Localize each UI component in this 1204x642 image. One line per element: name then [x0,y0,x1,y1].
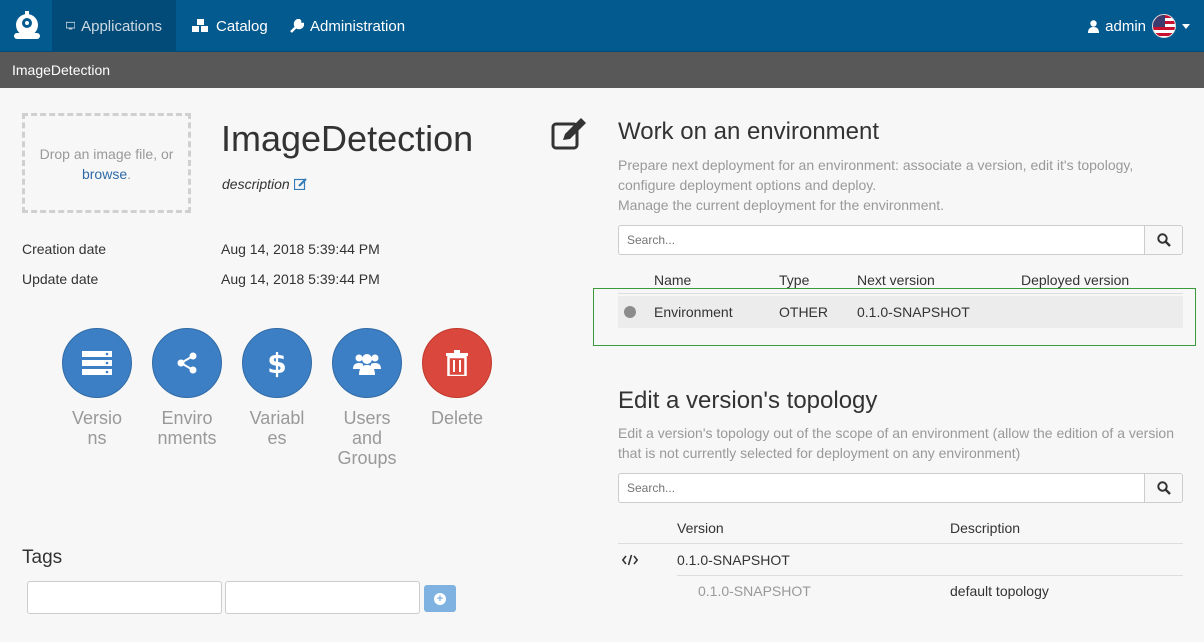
versions-button[interactable]: Versions [61,328,133,448]
users-groups-label: Users and Groups [337,408,397,468]
cubes-icon [192,19,208,32]
edit-icon[interactable] [551,118,587,150]
table-divider [618,543,1183,544]
edit-icon[interactable] [293,178,307,190]
code-icon[interactable] [622,554,638,566]
search-icon [1156,233,1171,247]
column-version[interactable]: Version [677,520,724,536]
user-icon [1088,19,1100,33]
page-title: ImageDetection [221,118,474,159]
topology-search [618,473,1183,503]
nav-catalog-label: Catalog [216,17,268,35]
trash-icon [446,350,468,376]
tags-title: Tags [22,547,63,568]
column-deployed-version[interactable]: Deployed version [1021,272,1129,288]
user-menu[interactable]: admin [1088,0,1190,52]
variables-label: Variables [249,408,305,448]
delete-label: Delete [430,408,484,428]
logo-icon[interactable] [10,9,44,43]
add-tag-button[interactable]: + [424,585,456,612]
tag-value-input[interactable] [225,581,420,614]
users-groups-circle[interactable] [332,328,402,398]
users-groups-button[interactable]: Users and Groups [331,328,403,468]
topology-search-button[interactable] [1144,474,1182,502]
nav-administration[interactable]: Administration [276,0,419,52]
app-description[interactable]: description [222,176,307,192]
dollar-icon: $ [267,346,287,380]
nav-catalog[interactable]: Catalog [178,0,282,52]
environments-label: Environments [157,408,217,448]
topology-desc-line-2: that is not currently selected for deplo… [618,445,1021,461]
column-name[interactable]: Name [654,272,691,288]
environment-search-button[interactable] [1144,226,1182,254]
search-icon [1156,481,1171,495]
environment-section-title: Work on an environment [618,118,880,145]
dropzone-text: Drop an image file, or [39,146,174,162]
wrench-icon [290,19,304,33]
topology-section-title: Edit a version's topology [618,387,878,414]
update-date-label: Update date [22,271,99,287]
environment-desc-line-2: configure deployment options and deploy. [618,177,877,193]
environment-search [618,225,1183,255]
environment-section-desc: Prepare next deployment for an environme… [618,155,1178,215]
user-name: admin [1105,17,1146,35]
column-type[interactable]: Type [779,272,809,288]
column-description[interactable]: Description [950,520,1020,536]
browse-suffix: . [127,166,132,182]
description-text: description [222,176,290,192]
chevron-down-icon[interactable] [1182,23,1190,29]
users-icon [353,354,381,375]
nav-applications-label: Applications [81,17,162,35]
version-row-label[interactable]: 0.1.0-SNAPSHOT [677,552,790,568]
versions-circle[interactable] [62,328,132,398]
environments-circle[interactable] [152,328,222,398]
server-icon [82,351,112,375]
breadcrumb: ImageDetection [0,52,1204,88]
environment-search-input[interactable] [619,226,1144,254]
nav-applications[interactable]: Applications [52,0,176,52]
variables-button[interactable]: $ Variables [241,328,313,448]
creation-date-value: Aug 14, 2018 5:39:44 PM [221,241,380,257]
nav-administration-label: Administration [310,17,406,35]
table-divider [677,575,1183,576]
desktop-icon [66,21,76,30]
selection-highlight [593,288,1196,346]
environments-button[interactable]: Environments [151,328,223,448]
plus-icon: + [434,592,446,605]
topology-desc-line-1: Edit a version's topology out of the sco… [618,425,1175,441]
share-icon [177,352,197,374]
topology-version[interactable]: 0.1.0-SNAPSHOT [698,583,811,599]
variables-circle[interactable]: $ [242,328,312,398]
topology-search-input[interactable] [619,474,1144,502]
environment-desc-line-3: Manage the current deployment for the en… [618,197,945,213]
breadcrumb-item[interactable]: ImageDetection [12,62,110,78]
browse-link[interactable]: browse [82,166,127,182]
tag-key-input[interactable] [27,581,222,614]
column-next-version[interactable]: Next version [857,272,935,288]
creation-date-label: Creation date [22,241,107,257]
us-flag-icon[interactable] [1152,14,1176,38]
versions-label: Versions [71,408,123,448]
topology-description: default topology [950,583,1049,599]
image-dropzone[interactable]: Drop an image file, or browse. [22,113,191,213]
environment-desc-line-1: Prepare next deployment for an environme… [618,157,1134,173]
delete-circle[interactable] [422,328,492,398]
delete-button[interactable]: Delete [421,328,493,428]
topology-section-desc: Edit a version's topology out of the sco… [618,423,1178,463]
update-date-value: Aug 14, 2018 5:39:44 PM [221,271,380,287]
top-navbar: Applications Catalog Administration admi… [0,0,1204,52]
